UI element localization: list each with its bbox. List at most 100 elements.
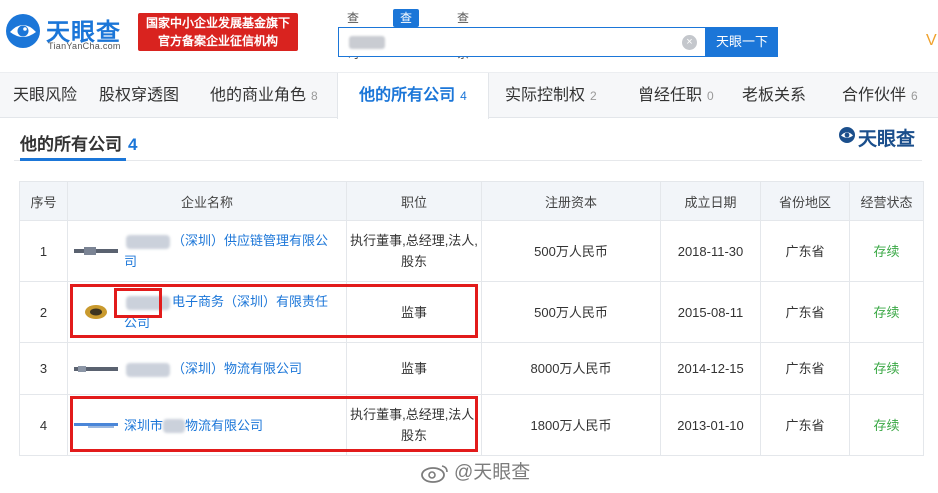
company-name-cell: 深圳市 物流有限公司	[67, 394, 347, 456]
redacted-name	[126, 234, 170, 249]
search-tab-company[interactable]: 查公司	[340, 9, 366, 61]
company-logo-icon	[74, 365, 118, 372]
capital-cell: 8000万人民币	[481, 342, 661, 395]
state-fund-banner: 国家中小企业发展基金旗下 官方备案企业征信机构	[138, 13, 298, 51]
col-header-index: 序号	[19, 181, 68, 221]
section-count: 4	[128, 135, 138, 154]
weibo-watermark-text: @天眼查	[454, 462, 531, 483]
tab-label: 他的所有公司	[359, 87, 456, 104]
position-cell: 监事	[346, 281, 482, 343]
search-tab-relation[interactable]: 查关系	[450, 9, 476, 61]
tab-former-positions[interactable]: 曾经任职 0	[638, 73, 714, 118]
tab-boss-relations[interactable]: 老板关系	[742, 73, 806, 118]
capital-cell: 1800万人民币	[481, 394, 661, 456]
tab-count: 6	[911, 89, 918, 103]
tab-count: 0	[707, 89, 714, 103]
tab-label: 曾经任职	[638, 87, 703, 104]
company-logo-icon	[85, 305, 107, 319]
search-box: ×	[338, 27, 706, 57]
row-index: 4	[19, 394, 68, 456]
eye-logo-icon	[839, 127, 855, 143]
col-header-capital[interactable]: 注册资本	[481, 181, 661, 221]
tab-label: 实际控制权	[505, 87, 586, 104]
tab-actual-control[interactable]: 实际控制权 2	[505, 73, 597, 118]
section-title-underline	[20, 158, 126, 161]
banner-line-2: 官方备案企业征信机构	[157, 34, 278, 48]
region-cell: 广东省	[760, 342, 850, 395]
table-row: 1 （深圳）供应链管理有限公司 执行董事,总经理,法人,股东 500万人民币 2…	[19, 220, 924, 282]
row-index: 2	[19, 281, 68, 343]
tab-label: 老板关系	[742, 87, 807, 104]
position-cell: 监事	[346, 342, 482, 395]
vip-badge[interactable]: V	[926, 32, 937, 50]
redacted-name	[126, 295, 170, 310]
status-cell: 存续	[849, 220, 924, 282]
tab-label: 天眼风险	[13, 87, 78, 104]
company-logo-icon	[74, 247, 118, 255]
redacted-name	[126, 362, 170, 377]
section-title-text: 他的所有公司	[20, 135, 122, 154]
table-row: 3 （深圳）物流有限公司 监事 8000万人民币 2014-12-15 广东省 …	[19, 342, 924, 395]
company-link[interactable]: （深圳）物流有限公司	[124, 361, 302, 377]
companies-table: 序号 企业名称 职位 注册资本 成立日期 省份地区 经营状态 1 （深圳）供应链…	[19, 181, 924, 456]
tab-equity-chart[interactable]: 股权穿透图	[99, 73, 179, 118]
table-row: 2 电子商务（深圳）有限责任公司 监事 500万人民币 2015-08-11 广…	[19, 281, 924, 343]
region-cell: 广东省	[760, 220, 850, 282]
table-header-row: 序号 企业名称 职位 注册资本 成立日期 省份地区 经营状态	[19, 181, 924, 221]
tab-all-companies[interactable]: 他的所有公司 4	[337, 73, 489, 119]
tab-label: 合作伙伴	[842, 87, 907, 104]
company-link[interactable]: （深圳）供应链管理有限公司	[124, 233, 328, 269]
capital-cell: 500万人民币	[481, 281, 661, 343]
position-cell: 执行董事,总经理,法人,股东	[346, 220, 482, 282]
company-name-cell: （深圳）物流有限公司	[67, 342, 347, 395]
region-cell: 广东省	[760, 281, 850, 343]
tianyancha-logo[interactable]: 天眼查 TianYanCha.com	[4, 10, 132, 54]
top-header: 天眼查 TianYanCha.com 国家中小企业发展基金旗下 官方备案企业征信…	[0, 0, 938, 66]
tab-count: 2	[590, 89, 597, 103]
tab-label: 他的商业角色	[210, 87, 307, 104]
tab-label: 股权穿透图	[99, 87, 180, 104]
company-name-cell: 电子商务（深圳）有限责任公司	[67, 281, 347, 343]
company-link[interactable]: 电子商务（深圳）有限责任公司	[124, 294, 328, 330]
col-header-status: 经营状态	[849, 181, 924, 221]
section-divider	[14, 160, 922, 161]
col-header-name: 企业名称	[67, 181, 347, 221]
banner-line-1: 国家中小企业发展基金旗下	[145, 16, 290, 30]
eye-logo-icon	[6, 14, 40, 48]
tab-partners[interactable]: 合作伙伴 6	[842, 73, 918, 118]
watermark-logo-text: 天眼查	[858, 129, 916, 150]
search-input[interactable]	[345, 32, 675, 52]
profile-nav-tabs: 天眼风险 股权穿透图 他的商业角色 8 他的所有公司 4 实际控制权 2 曾经任职 0 …	[0, 72, 938, 119]
capital-cell: 500万人民币	[481, 220, 661, 282]
clear-icon[interactable]: ×	[682, 35, 697, 50]
table-row: 4 深圳市 物流有限公司 执行董事,总经理,法人,股东 1800万人民币 2013…	[19, 394, 924, 456]
search-tab-boss[interactable]: 查老板	[393, 9, 420, 61]
row-index: 3	[19, 342, 68, 395]
tab-business-roles[interactable]: 他的商业角色 8	[210, 73, 318, 118]
tab-count: 8	[311, 89, 318, 103]
brand-domain: TianYanCha.com	[48, 41, 121, 51]
col-header-region: 省份地区	[760, 181, 850, 221]
weibo-icon	[421, 465, 448, 483]
col-header-date[interactable]: 成立日期	[660, 181, 761, 221]
region-cell: 广东省	[760, 394, 850, 456]
company-logo-icon	[74, 423, 118, 428]
company-link[interactable]: 深圳市 物流有限公司	[124, 418, 263, 434]
date-cell: 2015-08-11	[660, 281, 761, 343]
date-cell: 2013-01-10	[660, 394, 761, 456]
weibo-watermark: @天眼查	[420, 457, 530, 487]
tab-count: 4	[460, 89, 467, 103]
position-cell: 执行董事,总经理,法人,股东	[346, 394, 482, 456]
company-name-cell: （深圳）供应链管理有限公司	[67, 220, 347, 282]
status-cell: 存续	[849, 394, 924, 456]
col-header-position: 职位	[346, 181, 482, 221]
date-cell: 2014-12-15	[660, 342, 761, 395]
status-cell: 存续	[849, 281, 924, 343]
redacted-name	[163, 419, 186, 434]
search-button[interactable]: 天眼一下	[706, 27, 778, 57]
status-cell: 存续	[849, 342, 924, 395]
row-index: 1	[19, 220, 68, 282]
section-title: 他的所有公司 4	[20, 130, 137, 155]
date-cell: 2018-11-30	[660, 220, 761, 282]
tab-risk[interactable]: 天眼风险	[13, 73, 77, 118]
